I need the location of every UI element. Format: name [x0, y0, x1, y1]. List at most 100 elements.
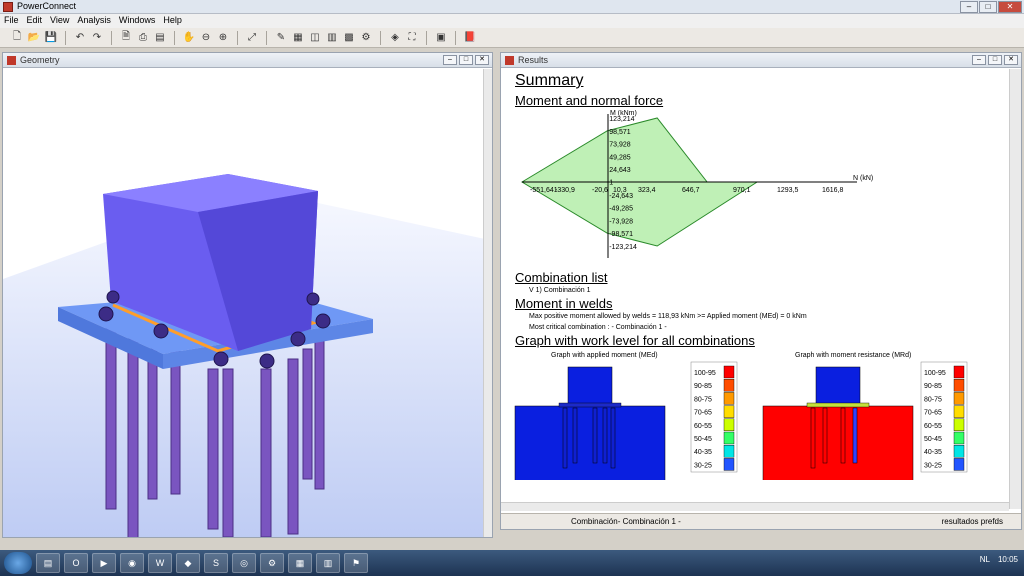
panel-minimize-button[interactable]: – [972, 55, 986, 65]
panel-close-button[interactable]: ✕ [1004, 55, 1018, 65]
menu-bar: File Edit View Analysis Windows Help [0, 14, 1024, 28]
toolbar-separator [65, 30, 66, 45]
toolbar: 🗋 📂 💾 ↶ ↷ 🗎 ⎙ ▤ ✋ ⊖ ⊕ ⤢ ✎ ▦ ◫ ▥ ▩ ⚙ ◈ ⛶ … [0, 28, 1024, 48]
results-vertical-scrollbar[interactable] [1009, 69, 1021, 509]
legend-swatch [953, 392, 965, 405]
title-bar: PowerConnect – □ ✕ [0, 0, 1024, 14]
welds-line-1: Max positive moment allowed by welds = 1… [529, 313, 807, 320]
pan-icon[interactable]: ✋ [182, 31, 196, 45]
combination-item[interactable]: V 1) Combinación 1 [529, 285, 1007, 296]
geometry-panel: Geometry – □ ✕ [2, 52, 493, 538]
m-tick-label: -123,214 [609, 244, 637, 251]
settings-icon[interactable]: ⚙ [260, 553, 284, 573]
panel-close-button[interactable]: ✕ [475, 55, 489, 65]
legend-swatch [723, 379, 735, 392]
welds-line-2: Most critical combination : - Combinació… [529, 324, 667, 331]
maximize-button[interactable]: □ [979, 1, 997, 13]
legend-swatch [723, 392, 735, 405]
legend-swatch [953, 379, 965, 392]
save-icon[interactable]: 💾 [44, 31, 58, 45]
menu-file[interactable]: File [0, 14, 23, 28]
bolt-icon[interactable]: ⚙ [359, 31, 373, 45]
word-icon[interactable]: W [148, 553, 172, 573]
panel-maximize-button[interactable]: □ [988, 55, 1002, 65]
book-icon[interactable]: 📕 [463, 31, 477, 45]
legend-label: 70-65 [694, 410, 712, 417]
panel-maximize-button[interactable]: □ [459, 55, 473, 65]
n-tick-label: 646,7 [682, 187, 700, 194]
legend-label: 30-25 [694, 462, 712, 469]
open-folder-icon[interactable]: 📂 [27, 31, 41, 45]
notes-icon[interactable]: ▥ [316, 553, 340, 573]
powerconnect-taskbar-icon[interactable]: ⚑ [344, 553, 368, 573]
fit-view-icon[interactable]: ⤢ [245, 31, 259, 45]
m-tick-label: 73,928 [609, 142, 631, 149]
zoom-out-icon[interactable]: ⊖ [199, 31, 213, 45]
grid-icon[interactable]: ▩ [342, 31, 356, 45]
app-cube-icon[interactable]: ◆ [176, 553, 200, 573]
legend-label: 60-55 [924, 423, 942, 430]
window-title: PowerConnect [17, 1, 77, 11]
menu-analysis[interactable]: Analysis [73, 14, 115, 28]
preview-icon[interactable]: 🗎 [119, 31, 133, 45]
browser-icon[interactable]: ◎ [232, 553, 256, 573]
minimize-button[interactable]: – [960, 1, 978, 13]
print-icon[interactable]: ⎙ [136, 31, 150, 45]
moment-welds-heading: Moment in welds [515, 296, 613, 311]
explorer-icon[interactable]: ▤ [36, 553, 60, 573]
plate-icon[interactable]: ◫ [308, 31, 322, 45]
legend-swatch [953, 365, 965, 379]
menu-help[interactable]: Help [159, 14, 186, 28]
n-tick-label: 1616,8 [822, 187, 844, 194]
status-bar: Combinación- Combinación 1 - resultados … [501, 513, 1021, 529]
toolbar-separator [111, 30, 112, 45]
results-content: Summary Moment and normal force M (kNm) … [511, 70, 1007, 506]
skype-icon[interactable]: S [204, 553, 228, 573]
legend-label: 40-35 [694, 449, 712, 456]
status-combination: Combinación- Combinación 1 - [571, 517, 681, 526]
view-3d-icon[interactable]: ◈ [388, 31, 402, 45]
panel-minimize-button[interactable]: – [443, 55, 457, 65]
start-button[interactable] [4, 552, 32, 574]
toolbar-separator [237, 30, 238, 45]
vertical-scrollbar[interactable] [483, 69, 492, 537]
legend-swatch [953, 405, 965, 418]
legend-swatch [723, 418, 735, 432]
clock[interactable]: 10:05 [998, 555, 1018, 564]
zoom-in-icon[interactable]: ⊕ [216, 31, 230, 45]
new-file-icon[interactable]: 🗋 [10, 31, 24, 45]
chrome-icon[interactable]: ◉ [120, 553, 144, 573]
chart-icon[interactable]: ▥ [325, 31, 339, 45]
panel-icon [7, 56, 16, 65]
results-horizontal-scrollbar[interactable] [501, 502, 1009, 511]
menu-view[interactable]: View [46, 14, 73, 28]
legend-swatch [723, 405, 735, 418]
m-tick-label: 49,285 [609, 154, 631, 161]
3d-viewport[interactable] [3, 69, 485, 537]
panel-header: Results – □ ✕ [501, 53, 1021, 68]
language-indicator[interactable]: NL [980, 555, 990, 564]
legend-swatch [723, 458, 735, 471]
redo-icon[interactable]: ↷ [90, 31, 104, 45]
media-icon[interactable]: ▶ [92, 553, 116, 573]
moment-normal-chart: M (kNm) N (kN) 123,21498,57173,92849,285… [521, 110, 873, 258]
n-tick-label: 323,4 [638, 187, 656, 194]
frame-icon[interactable]: ⛶ [405, 31, 419, 45]
legend-label: 50-45 [924, 436, 942, 443]
toolbar-separator [266, 30, 267, 45]
close-button[interactable]: ✕ [998, 1, 1022, 13]
tool-icon[interactable]: ▦ [291, 31, 305, 45]
calculator-icon[interactable]: ▣ [434, 31, 448, 45]
folder-icon[interactable]: ▦ [288, 553, 312, 573]
menu-edit[interactable]: Edit [23, 14, 47, 28]
graph-right-title: Graph with moment resistance (MRd) [795, 352, 911, 359]
m-tick-label: 98,571 [609, 129, 631, 136]
toolbar-separator [174, 30, 175, 45]
outlook-icon[interactable]: O [64, 553, 88, 573]
edit-icon[interactable]: ✎ [274, 31, 288, 45]
legend-label: 80-75 [924, 396, 942, 403]
combination-list-heading: Combination list [515, 270, 608, 285]
undo-icon[interactable]: ↶ [73, 31, 87, 45]
report-icon[interactable]: ▤ [153, 31, 167, 45]
menu-windows[interactable]: Windows [115, 14, 160, 28]
